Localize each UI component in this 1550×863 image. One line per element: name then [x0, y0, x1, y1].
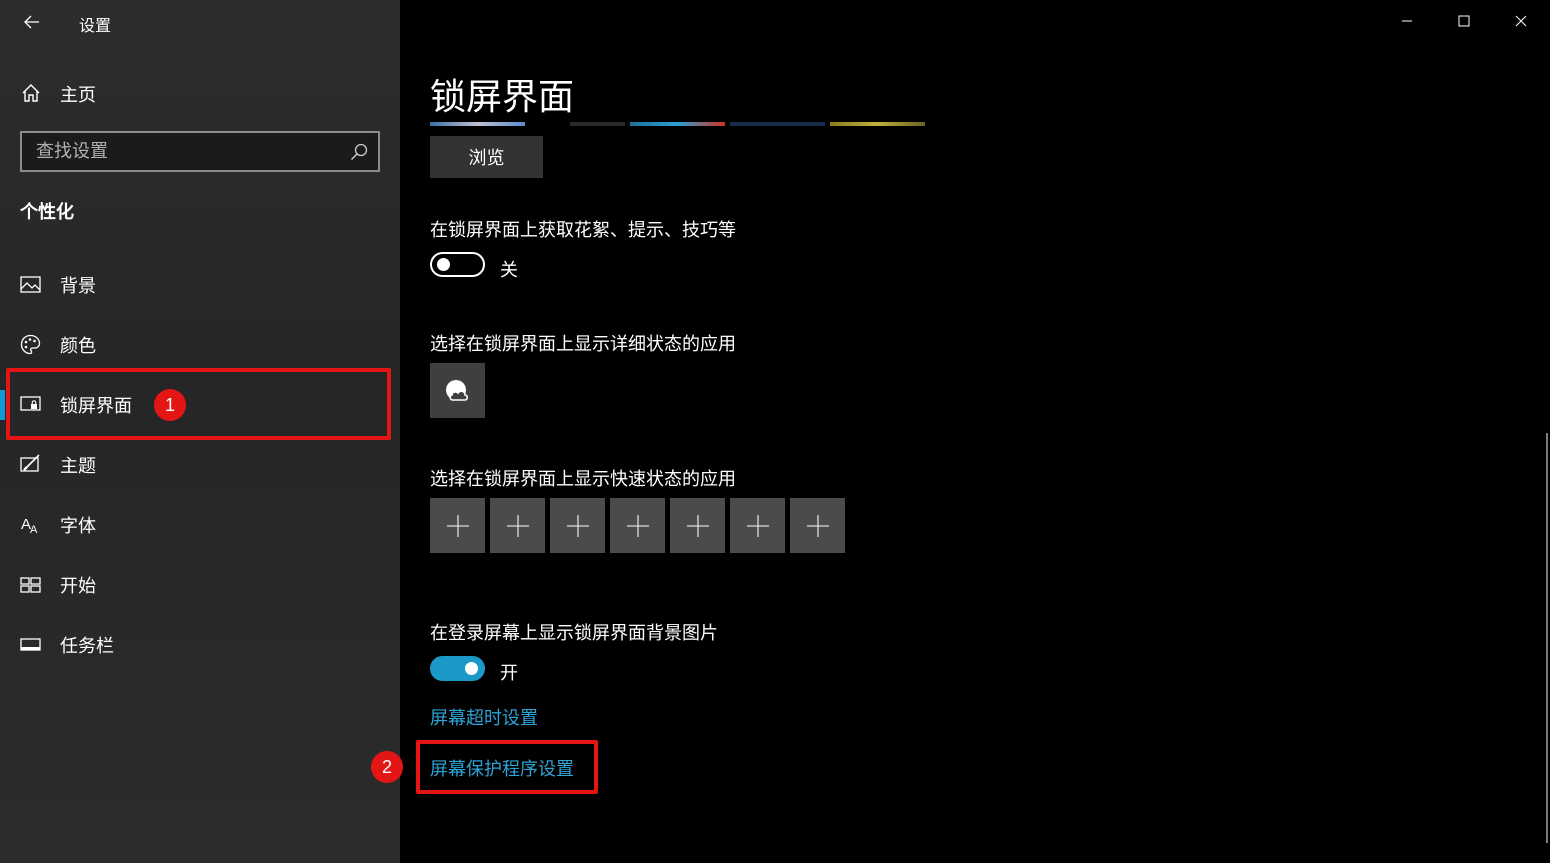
section-title: 个性化: [20, 202, 74, 223]
lock-screen-icon: [20, 396, 41, 411]
plus-icon: [746, 514, 769, 537]
sidebar: 设置 主页 个性化 背景: [0, 0, 400, 863]
thumbnail[interactable]: [830, 122, 925, 126]
detailed-status-app-button[interactable]: [430, 363, 485, 418]
svg-text:A: A: [30, 524, 38, 535]
browse-button[interactable]: 浏览: [430, 136, 543, 178]
home-icon: [22, 84, 40, 102]
maximize-button[interactable]: [1441, 4, 1487, 38]
search-icon[interactable]: [350, 143, 368, 161]
minimize-icon: [1402, 20, 1412, 22]
quick-status-slot-5[interactable]: [670, 498, 725, 553]
sidebar-item-label: 主页: [60, 85, 96, 106]
thumbnail[interactable]: [730, 122, 825, 126]
screen-timeout-link[interactable]: 屏幕超时设置: [430, 704, 538, 730]
sidebar-item-lock-screen[interactable]: 锁屏界面: [0, 376, 400, 432]
sidebar-item-background[interactable]: 背景: [0, 256, 400, 312]
sidebar-item-label: 颜色: [60, 336, 96, 357]
thumbnail[interactable]: [430, 122, 525, 126]
quick-status-label: 选择在锁屏界面上显示快速状态的应用: [430, 469, 736, 490]
page-title: 锁屏界面: [430, 77, 575, 118]
theme-icon: [20, 454, 40, 472]
sidebar-item-label: 主题: [60, 456, 96, 477]
plus-icon: [626, 514, 649, 537]
sidebar-item-home[interactable]: 主页: [0, 72, 400, 114]
sidebar-item-label: 任务栏: [60, 636, 114, 657]
thumbnail[interactable]: [630, 122, 725, 126]
close-icon: [1515, 15, 1527, 27]
picture-icon: [20, 276, 41, 293]
sidebar-item-start[interactable]: 开始: [0, 556, 400, 612]
search-input[interactable]: [22, 133, 342, 170]
plus-icon: [806, 514, 829, 537]
detailed-status-label: 选择在锁屏界面上显示详细状态的应用: [430, 334, 736, 355]
main-panel: 锁屏界面 浏览 在锁屏界面上获取花絮、提示、技巧等 关 选择在锁屏界面上显示详细…: [371, 0, 1550, 863]
sidebar-item-fonts[interactable]: A A 字体: [0, 496, 400, 552]
start-icon: [20, 577, 41, 593]
quick-status-slot-6[interactable]: [730, 498, 785, 553]
app-title: 设置: [79, 16, 112, 35]
minimize-button[interactable]: [1384, 4, 1430, 38]
fun-facts-label: 在锁屏界面上获取花絮、提示、技巧等: [430, 220, 736, 241]
toggle-knob: [465, 662, 478, 675]
annotation-badge-1: 1: [154, 389, 186, 421]
quick-status-slot-2[interactable]: [490, 498, 545, 553]
weather-icon: [445, 379, 468, 401]
scrollbar[interactable]: [1546, 433, 1548, 843]
back-button[interactable]: [16, 8, 48, 36]
fun-facts-toggle[interactable]: [430, 252, 485, 277]
sidebar-item-label: 开始: [60, 576, 96, 597]
maximize-icon: [1458, 15, 1470, 27]
sidebar-item-label: 锁屏界面: [60, 396, 132, 417]
settings-window: 设置 主页 个性化 背景: [0, 0, 1550, 863]
signin-background-toggle[interactable]: [430, 656, 485, 681]
taskbar-icon: [20, 638, 41, 651]
palette-icon: [20, 334, 41, 355]
toggle-knob: [437, 258, 450, 271]
sidebar-item-label: 背景: [60, 276, 96, 297]
plus-icon: [566, 514, 589, 537]
screen-saver-link[interactable]: 屏幕保护程序设置: [430, 755, 574, 781]
plus-icon: [506, 514, 529, 537]
font-icon: A A: [21, 516, 38, 535]
plus-icon: [686, 514, 709, 537]
signin-background-label: 在登录屏幕上显示锁屏界面背景图片: [430, 623, 718, 644]
sidebar-item-taskbar[interactable]: 任务栏: [0, 616, 400, 672]
sidebar-item-colors[interactable]: 颜色: [0, 316, 400, 372]
selection-indicator: [0, 390, 5, 420]
signin-background-state: 开: [500, 663, 518, 684]
sidebar-item-themes[interactable]: 主题: [0, 436, 400, 492]
background-thumbnails: [430, 122, 925, 126]
search-box[interactable]: [20, 131, 380, 172]
quick-status-slot-3[interactable]: [550, 498, 605, 553]
back-arrow-icon: [24, 15, 39, 29]
thumbnail[interactable]: [570, 122, 625, 126]
quick-status-slot-1[interactable]: [430, 498, 485, 553]
sidebar-item-label: 字体: [60, 516, 96, 537]
annotation-badge-2: 2: [371, 751, 403, 783]
quick-status-slot-4[interactable]: [610, 498, 665, 553]
quick-status-slot-7[interactable]: [790, 498, 845, 553]
plus-icon: [446, 514, 469, 537]
close-button[interactable]: [1498, 4, 1544, 38]
fun-facts-state: 关: [500, 260, 518, 281]
